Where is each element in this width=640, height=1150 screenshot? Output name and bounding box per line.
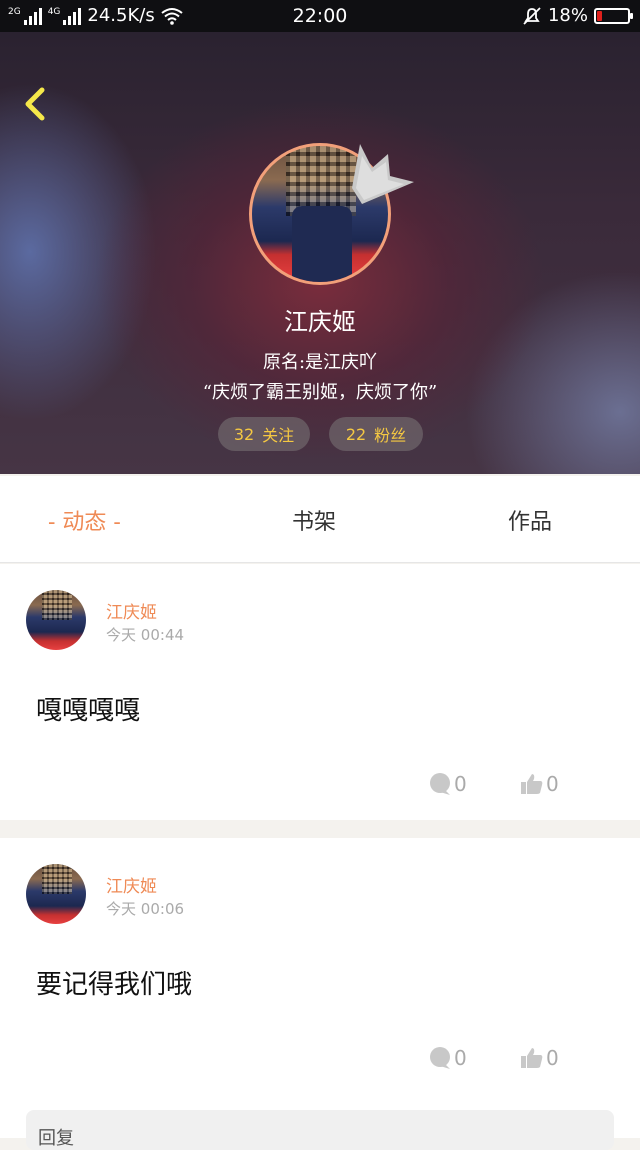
battery-fill	[597, 10, 602, 21]
fans-label: 粉丝	[374, 426, 407, 445]
like-icon	[521, 1048, 543, 1068]
following-count: 32	[233, 424, 255, 444]
post-time-value: 00:06	[140, 900, 185, 918]
post-actions: 0 0	[0, 772, 640, 802]
following-button[interactable]: 32 关注	[218, 417, 310, 451]
post-avatar[interactable]	[26, 590, 86, 650]
profile-bio-line2: “庆烦了霸王别姬，庆烦了你”	[202, 382, 438, 403]
post-content: 要记得我们哦	[36, 970, 193, 1000]
profile-name: 江庆姬	[284, 308, 356, 336]
fans-button[interactable]: 22 粉丝	[329, 417, 423, 451]
post-avatar[interactable]	[26, 864, 86, 924]
comment-icon	[430, 773, 450, 795]
tab-dynamic[interactable]: - 动态 -	[48, 504, 121, 536]
tab-works[interactable]: 作品	[508, 504, 552, 536]
like-count: 0	[546, 772, 559, 796]
comment-icon	[430, 1047, 450, 1069]
post-time-prefix: 今天	[106, 626, 137, 644]
following-label: 关注	[262, 426, 295, 445]
silent-bell-icon	[523, 6, 541, 25]
status-right: 18%	[522, 5, 633, 26]
post-author[interactable]: 江庆姬	[106, 872, 157, 897]
comment-button[interactable]: 0	[428, 772, 467, 796]
post-card[interactable]: 江庆姬 今天 00:44 嘎嘎嘎嘎 0 0	[0, 564, 640, 820]
reply-label: 回复	[38, 1128, 74, 1149]
post-time-value: 00:44	[140, 626, 185, 644]
profile-tabs: - 动态 - 书架 作品	[0, 476, 640, 563]
post-time-prefix: 今天	[106, 900, 137, 918]
battery-percent: 18%	[547, 5, 588, 26]
status-bar: 2G 4G 24.5K/s 22:00 18%	[0, 0, 640, 32]
post-actions: 0 0	[0, 1046, 640, 1076]
fans-count: 22	[345, 424, 367, 444]
post-content: 嘎嘎嘎嘎	[36, 696, 141, 726]
like-button[interactable]: 0	[520, 772, 559, 796]
comment-count: 0	[454, 772, 467, 796]
like-button[interactable]: 0	[520, 1046, 559, 1070]
battery-icon	[594, 7, 633, 24]
tab-bookshelf[interactable]: 书架	[292, 504, 336, 536]
post-card[interactable]: 江庆姬 今天 00:06 要记得我们哦 0 0	[0, 838, 640, 1138]
like-count: 0	[546, 1046, 559, 1070]
back-icon[interactable]	[18, 82, 62, 126]
profile-bio-line1: 原名:是江庆吖	[262, 352, 378, 373]
comment-count: 0	[454, 1046, 467, 1070]
reply-box[interactable]: 回复	[26, 1110, 614, 1150]
profile-header: 江庆姬 原名:是江庆吖 “庆烦了霸王别姬，庆烦了你” 32 关注 22 粉丝	[0, 32, 640, 474]
post-time: 今天 00:06	[106, 898, 184, 919]
like-icon	[521, 774, 543, 794]
crown-icon	[352, 144, 414, 204]
post-time: 今天 00:44	[106, 624, 184, 645]
post-author[interactable]: 江庆姬	[106, 598, 157, 623]
comment-button[interactable]: 0	[428, 1046, 467, 1070]
